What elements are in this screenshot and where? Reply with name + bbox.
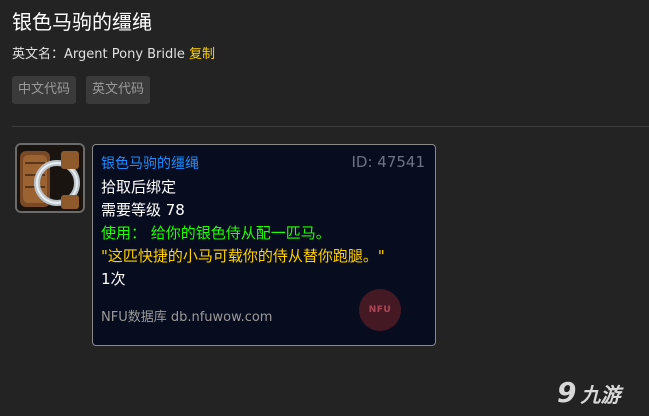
flavor-text: "这匹快捷的小马可载你的侍从替你跑腿。" — [101, 247, 385, 265]
level-requirement: 需要等级 78 — [101, 201, 185, 219]
tab-chinese-code[interactable]: 中文代码 — [12, 76, 77, 104]
watermark-text: NFU — [368, 305, 392, 315]
logo-name: 九游 — [580, 382, 621, 407]
tab-english-code[interactable]: 英文代码 — [86, 76, 151, 104]
database-footer: NFU数据库 db.nfuwow.com — [101, 310, 273, 325]
logo-mark-icon: 9 — [557, 376, 577, 409]
use-prefix: 使用： — [101, 224, 147, 242]
item-id: ID: 47541 — [351, 153, 425, 171]
binding-text: 拾取后绑定 — [101, 178, 177, 196]
bridle-item-icon[interactable] — [15, 143, 85, 213]
code-tabs: 中文代码 英文代码 — [12, 76, 151, 104]
english-name-row: 英文名：Argent Pony Bridle 复制 — [12, 43, 215, 62]
divider — [12, 126, 649, 127]
page-title: 银色马驹的缰绳 — [12, 10, 152, 34]
copy-link[interactable]: 复制 — [189, 47, 215, 62]
item-tooltip: 银色马驹的缰绳 ID: 47541 拾取后绑定 需要等级 78 使用： 给你的银… — [92, 144, 436, 346]
english-name-value: Argent Pony Bridle — [64, 47, 185, 62]
nfu-watermark-icon: NFU — [359, 289, 401, 331]
site-logo: 9 九游 — [557, 375, 645, 411]
english-name-label: 英文名： — [12, 47, 65, 62]
charges-text: 1次 — [101, 270, 126, 288]
use-text: 给你的银色侍从配一匹马。 — [150, 224, 331, 242]
use-effect: 使用： 给你的银色侍从配一匹马。 — [101, 222, 435, 245]
